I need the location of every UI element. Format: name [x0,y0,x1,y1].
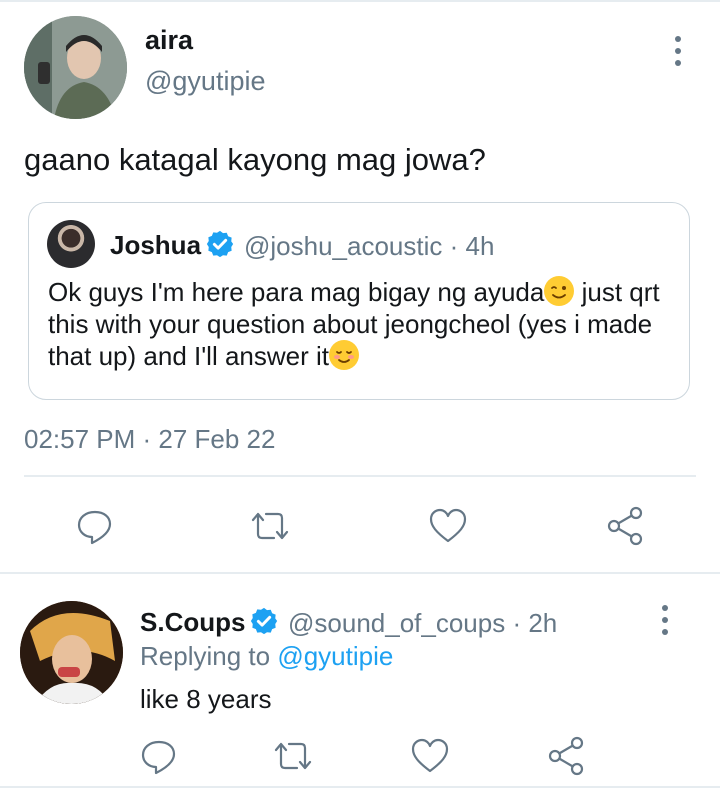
quoted-author-name: Joshua [110,229,235,261]
tweet-timestamp: 02:57 PM · 27 Feb 22 [24,424,276,454]
like-icon[interactable] [410,736,450,776]
avatar-image [20,601,123,704]
winking-face-emoji-icon [544,276,575,306]
author-handle[interactable]: @gyutipie [145,66,265,97]
divider [24,475,696,477]
quoted-author-handle: @joshu_acoustic [244,231,443,261]
verified-badge-icon [206,230,234,258]
dot [662,605,668,611]
section-divider [0,572,720,574]
replying-to-link[interactable]: @gyutipie [277,641,393,671]
share-icon[interactable] [605,506,645,546]
retweet-icon[interactable] [250,506,290,546]
author-name[interactable]: aira [145,25,193,56]
verified-badge-icon [251,607,278,635]
reply-icon[interactable] [139,736,179,776]
reply-author-name[interactable]: S.Coups [140,606,279,638]
replying-to-label: Replying to [140,641,278,671]
avatar-image [24,16,127,119]
reply-meta: @sound_of_coups · 2h [288,608,558,638]
quoted-text-part-1: Ok guys I'm here para mag bigay ng ayuda [48,277,545,307]
reply-author-handle[interactable]: @sound_of_coups [288,608,505,638]
quoted-time: 4h [465,231,495,261]
reply-author-name-text: S.Coups [140,607,246,637]
dot [675,48,681,54]
quoted-author-name-text: Joshua [110,230,202,260]
more-vertical-icon[interactable] [668,36,688,66]
author-avatar[interactable] [24,16,127,119]
top-divider [0,0,720,2]
reply-time: 2h [528,608,558,638]
smiling-face-emoji-icon [329,340,359,370]
quoted-tweet-text: Ok guys I'm here para mag bigay ng ayuda… [48,276,678,372]
like-icon[interactable] [428,506,468,546]
more-vertical-icon[interactable] [655,605,675,635]
reply-author-avatar[interactable] [20,601,123,704]
quoted-author-avatar [47,220,95,268]
dot [662,617,668,623]
retweet-icon[interactable] [273,736,313,776]
dot [675,36,681,42]
tweet-text: gaano katagal kayong mag jowa? [24,142,486,177]
replying-to-line: Replying to @gyutipie [140,641,393,672]
quoted-meta: @joshu_acoustic · 4h [244,231,495,261]
bottom-divider [0,786,720,788]
dot [675,60,681,66]
reply-icon[interactable] [75,506,115,546]
dot [662,629,668,635]
reply-text: like 8 years [140,684,272,714]
share-icon[interactable] [546,736,586,776]
